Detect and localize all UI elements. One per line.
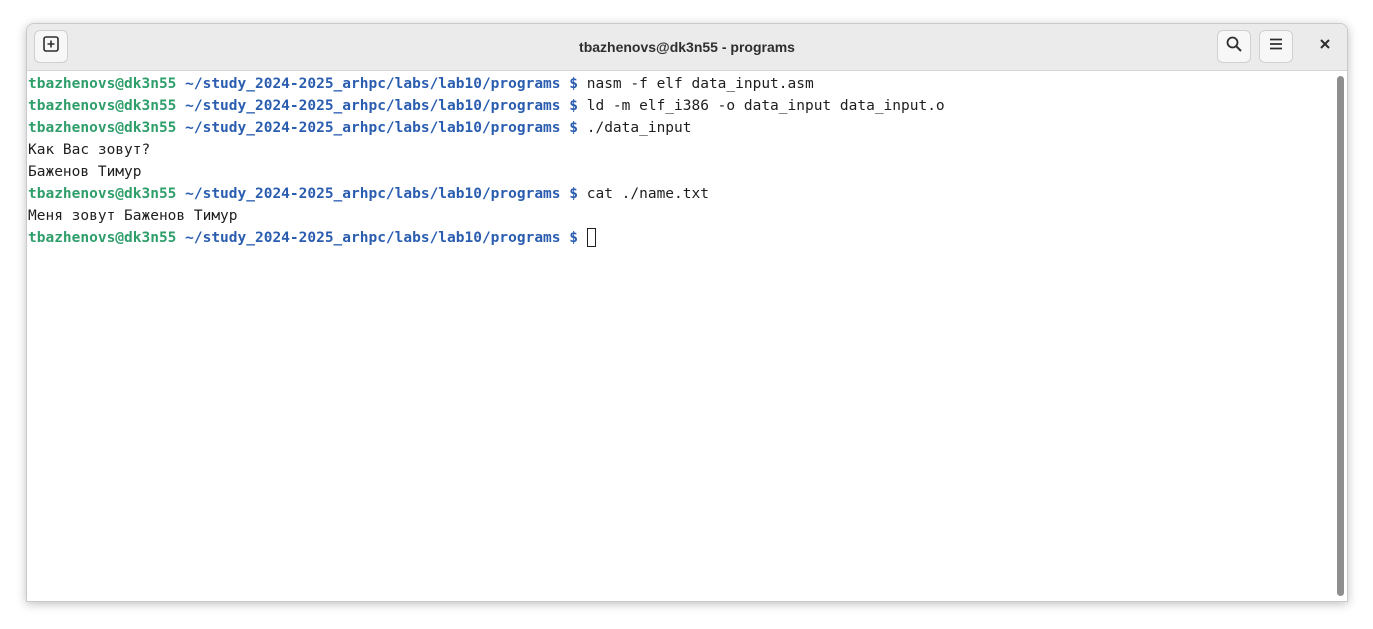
terminal-prompt-line: tbazhenovs@dk3n55 ~/study_2024-2025_arhp… bbox=[28, 227, 1333, 249]
prompt-user-host: tbazhenovs@dk3n55 bbox=[28, 120, 177, 136]
terminal-prompt-line: tbazhenovs@dk3n55 ~/study_2024-2025_arhp… bbox=[28, 95, 1333, 117]
search-button[interactable] bbox=[1217, 30, 1251, 63]
command-text: ./data_input bbox=[586, 120, 692, 136]
prompt-symbol: $ bbox=[569, 230, 578, 246]
output-text: Баженов Тимур bbox=[28, 164, 142, 180]
prompt-symbol: $ bbox=[569, 76, 578, 92]
terminal-content[interactable]: tbazhenovs@dk3n55 ~/study_2024-2025_arhp… bbox=[27, 71, 1333, 601]
terminal-window: tbazhenovs@dk3n55 - programs tbazhenovs@… bbox=[26, 23, 1348, 602]
text-cursor bbox=[586, 228, 596, 247]
command-text: nasm -f elf data_input.asm bbox=[586, 76, 814, 92]
terminal-output-line: Меня зовут Баженов Тимур bbox=[28, 205, 1333, 227]
prompt-symbol: $ bbox=[569, 120, 578, 136]
terminal-output-line: Как Вас зовут? bbox=[28, 139, 1333, 161]
prompt-user-host: tbazhenovs@dk3n55 bbox=[28, 230, 177, 246]
output-text: Меня зовут Баженов Тимур bbox=[28, 208, 238, 224]
prompt-path: ~/study_2024-2025_arhpc/labs/lab10/progr… bbox=[185, 98, 561, 114]
prompt-user-host: tbazhenovs@dk3n55 bbox=[28, 186, 177, 202]
prompt-user-host: tbazhenovs@dk3n55 bbox=[28, 98, 177, 114]
prompt-symbol: $ bbox=[569, 186, 578, 202]
prompt-path: ~/study_2024-2025_arhpc/labs/lab10/progr… bbox=[185, 230, 561, 246]
close-icon bbox=[1318, 37, 1332, 56]
prompt-user-host: tbazhenovs@dk3n55 bbox=[28, 76, 177, 92]
terminal-prompt-line: tbazhenovs@dk3n55 ~/study_2024-2025_arhp… bbox=[28, 73, 1333, 95]
scrollbar-thumb[interactable] bbox=[1337, 76, 1344, 596]
output-text: Как Вас зовут? bbox=[28, 142, 151, 158]
vertical-scrollbar[interactable] bbox=[1333, 71, 1347, 601]
command-text: cat ./name.txt bbox=[586, 186, 709, 202]
hamburger-menu-icon bbox=[1267, 35, 1285, 58]
terminal-prompt-line: tbazhenovs@dk3n55 ~/study_2024-2025_arhp… bbox=[28, 117, 1333, 139]
prompt-path: ~/study_2024-2025_arhpc/labs/lab10/progr… bbox=[185, 120, 561, 136]
search-icon bbox=[1225, 35, 1243, 58]
command-text: ld -m elf_i386 -o data_input data_input.… bbox=[586, 98, 945, 114]
close-button[interactable] bbox=[1309, 30, 1341, 63]
window-title: tbazhenovs@dk3n55 - programs bbox=[579, 39, 795, 55]
prompt-path: ~/study_2024-2025_arhpc/labs/lab10/progr… bbox=[185, 76, 561, 92]
title-bar[interactable]: tbazhenovs@dk3n55 - programs bbox=[27, 24, 1347, 71]
terminal-prompt-line: tbazhenovs@dk3n55 ~/study_2024-2025_arhp… bbox=[28, 183, 1333, 205]
prompt-path: ~/study_2024-2025_arhpc/labs/lab10/progr… bbox=[185, 186, 561, 202]
prompt-symbol: $ bbox=[569, 98, 578, 114]
terminal-output-line: Баженов Тимур bbox=[28, 161, 1333, 183]
menu-button[interactable] bbox=[1259, 30, 1293, 63]
